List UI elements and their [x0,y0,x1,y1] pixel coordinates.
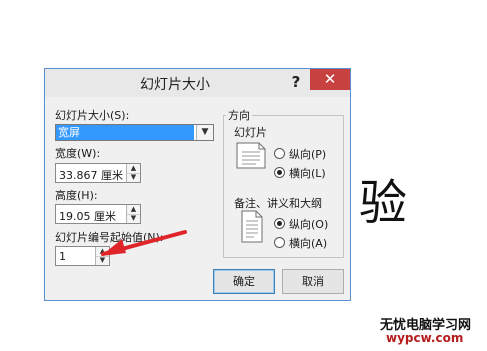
dialog-title: 幻灯片大小 [140,77,210,93]
notes-portrait-label[interactable]: 纵向(O) [289,216,328,232]
close-icon: ✕ [323,70,337,88]
width-stepper[interactable]: 33.867 厘米 ▲ ▼ [55,163,141,183]
slide-size-dialog: 幻灯片大小 ? ✕ 幻灯片大小(S): 宽屏 ▼ 宽度(W): 33.867 厘… [44,68,351,301]
height-stepper[interactable]: 19.05 厘米 ▲ ▼ [55,204,141,224]
height-value: 19.05 厘米 [59,210,116,223]
watermark-url: wypcw.com [386,331,464,345]
height-label: 高度(H): [55,189,98,202]
overlay-character: 验 [359,175,408,231]
slides-portrait-label[interactable]: 纵向(P) [289,146,326,162]
width-value: 33.867 厘米 [59,169,123,182]
portrait-page-icon [241,210,263,243]
width-decrement-button[interactable]: ▼ [127,173,140,182]
title-bar[interactable]: 幻灯片大小 ? ✕ [45,69,350,97]
slide-size-value: 宽屏 [56,125,194,140]
notes-landscape-label[interactable]: 横向(A) [289,235,327,251]
chevron-down-icon[interactable]: ▼ [196,125,213,140]
red-arrow-annotation [101,230,187,256]
numbering-value: 1 [59,250,66,263]
orientation-title: 方向 [226,107,252,123]
landscape-page-icon [236,142,266,169]
notes-portrait-radio[interactable] [274,218,285,229]
cancel-button[interactable]: 取消 [282,269,344,294]
slides-landscape-label[interactable]: 横向(L) [289,165,326,181]
notes-orientation-title: 备注、讲义和大纲 [234,197,322,210]
help-button[interactable]: ? [287,72,305,92]
height-decrement-button[interactable]: ▼ [127,214,140,223]
slide-size-label: 幻灯片大小(S): [55,109,130,122]
notes-landscape-radio[interactable] [274,237,285,248]
slides-landscape-radio[interactable] [274,167,285,178]
close-button[interactable]: ✕ [310,69,350,90]
width-label: 宽度(W): [55,147,101,160]
slide-size-select[interactable]: 宽屏 ▼ [55,124,214,141]
slides-orientation-title: 幻灯片 [234,126,267,139]
slides-portrait-radio[interactable] [274,148,285,159]
ok-button[interactable]: 确定 [213,269,275,294]
